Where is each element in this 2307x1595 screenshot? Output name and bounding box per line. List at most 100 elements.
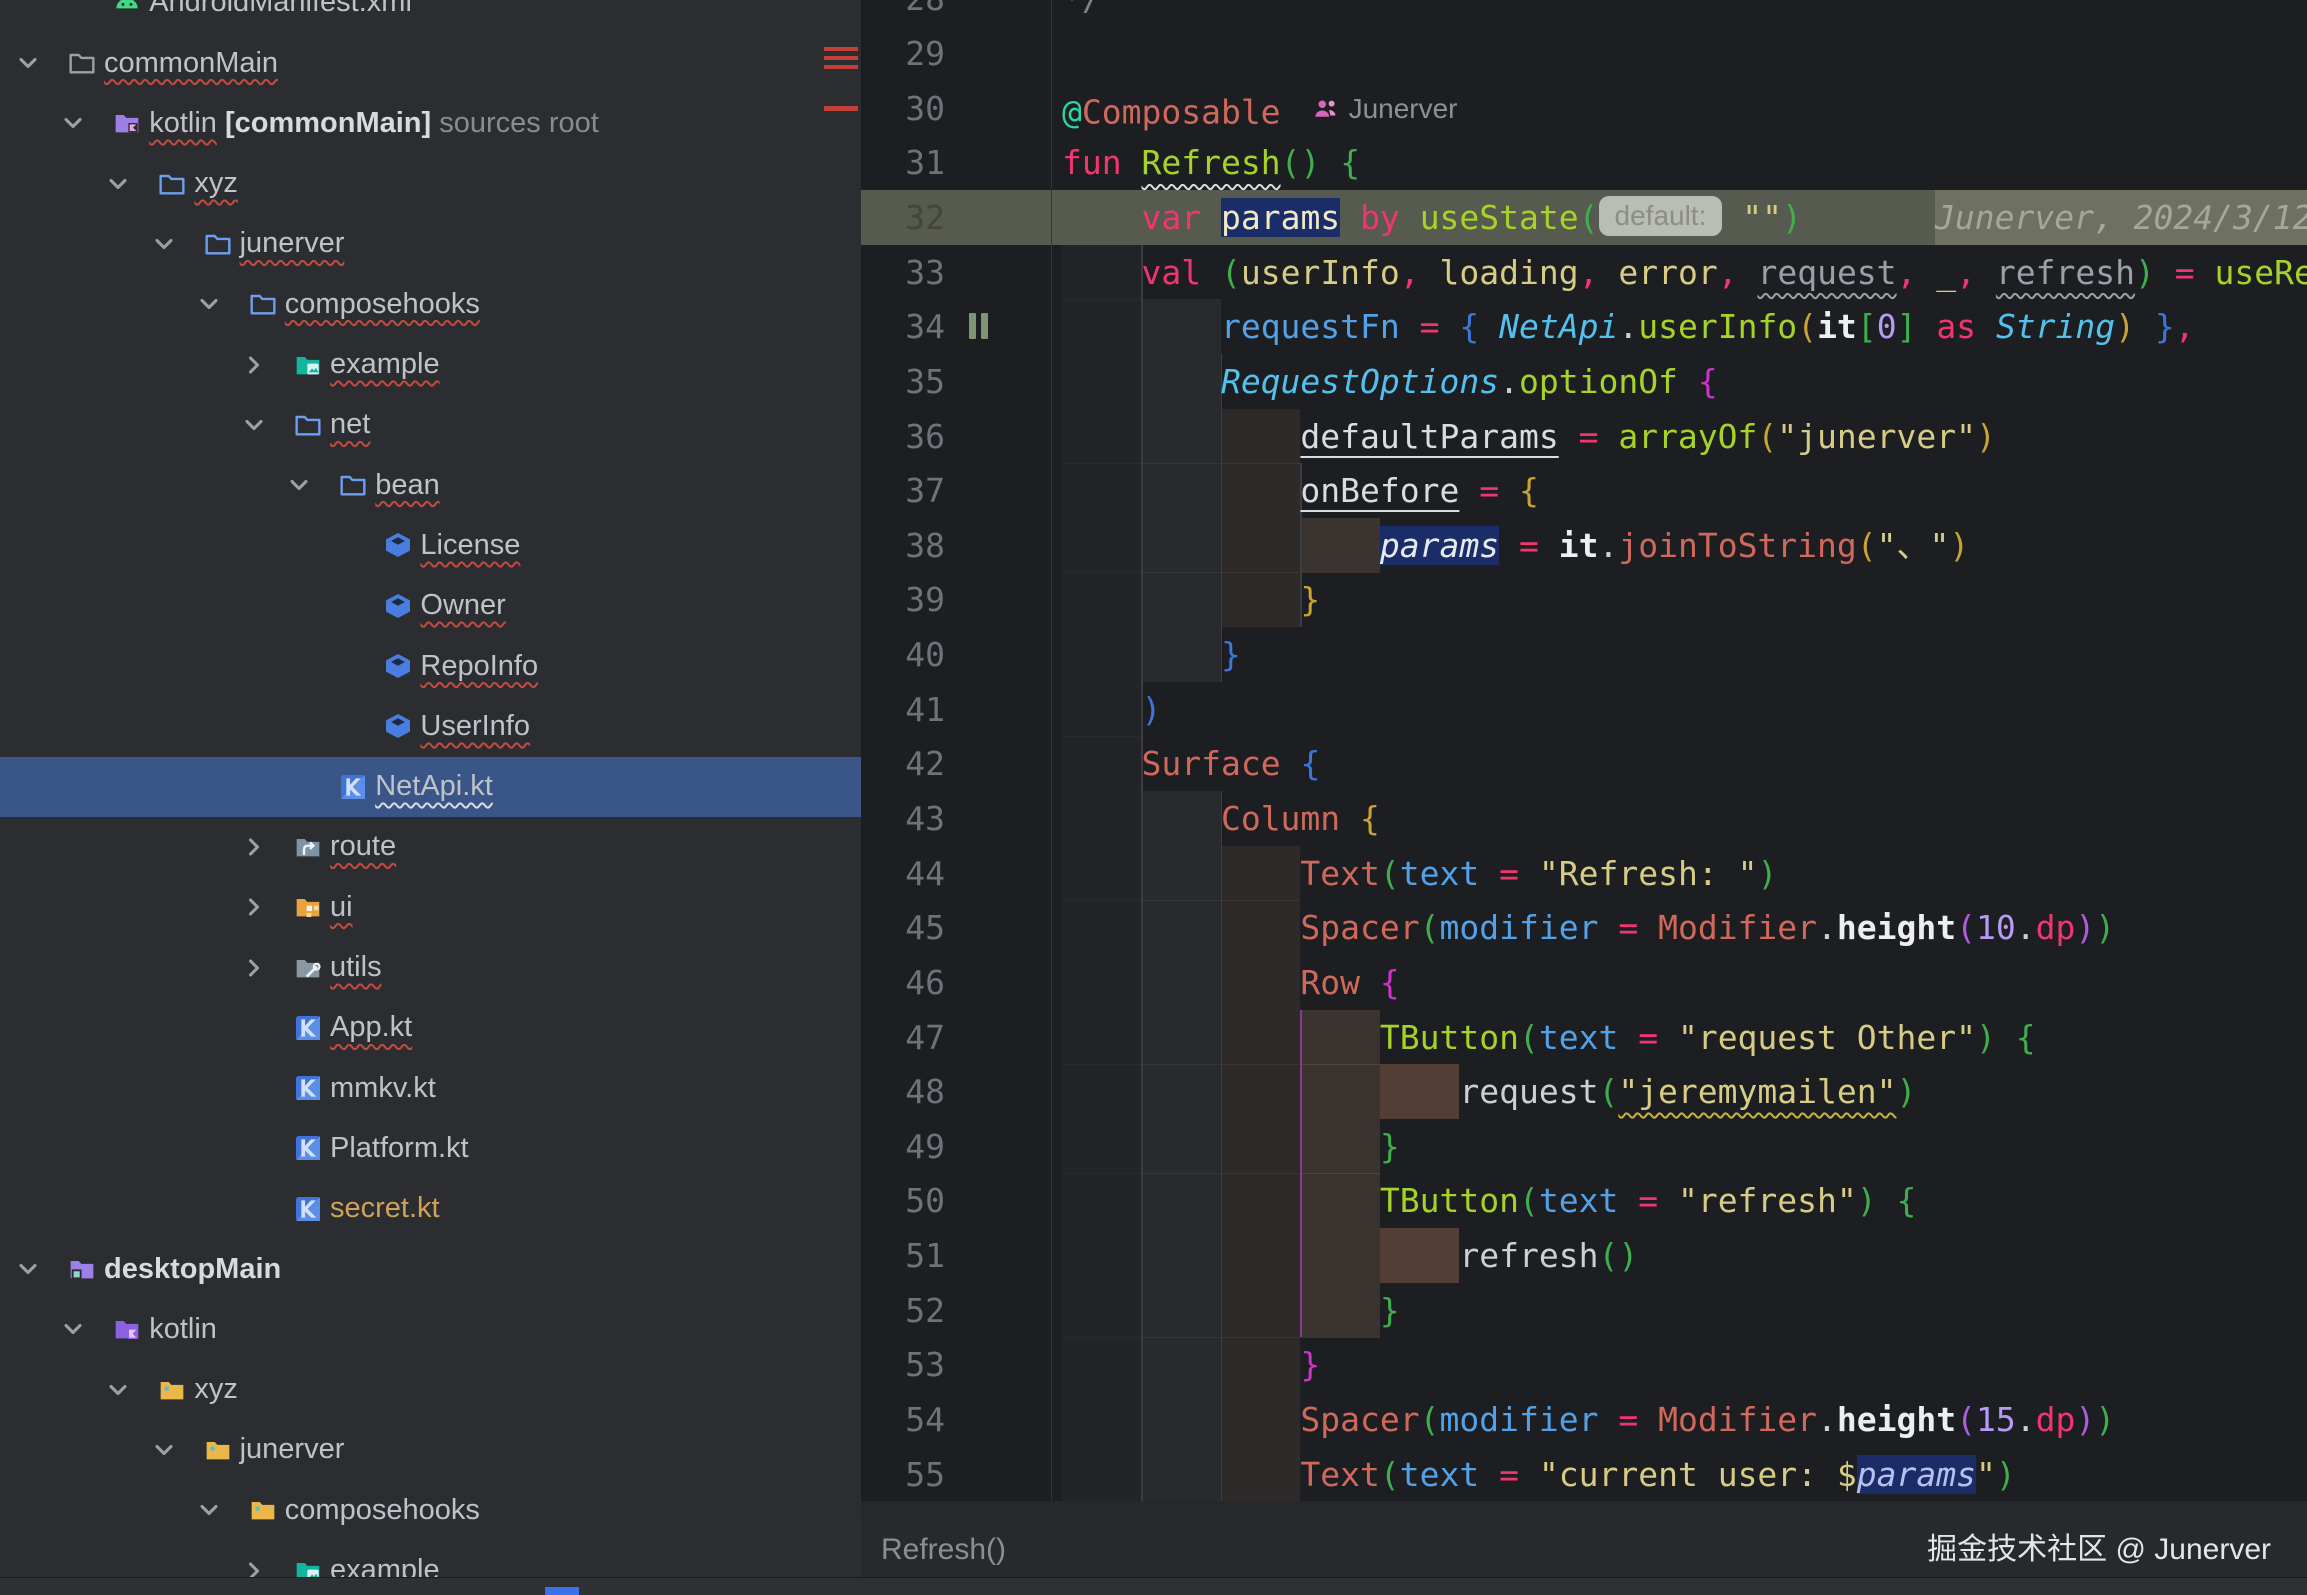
tree-row[interactable]: AndroidManifest.xml — [0, 0, 861, 33]
code-line[interactable]: } — [1062, 1337, 1320, 1392]
chevron-down-icon[interactable] — [14, 1255, 42, 1283]
tree-row[interactable]: utils — [0, 938, 861, 998]
line-number[interactable]: 48 — [861, 1064, 945, 1119]
error-stripe-mark[interactable] — [824, 106, 858, 111]
chevron-down-icon[interactable] — [150, 230, 178, 258]
code-line[interactable]: defaultParams = arrayOf("junerver") — [1062, 409, 1996, 464]
tree-row[interactable]: NetApi.kt — [0, 757, 861, 817]
chevron-down-icon[interactable] — [240, 411, 268, 439]
code-line[interactable]: Spacer(modifier = Modifier.height(15.dp)… — [1062, 1392, 2115, 1447]
tree-row[interactable]: secret.kt — [0, 1179, 861, 1239]
line-number[interactable]: 28 — [861, 0, 945, 26]
line-number[interactable]: 51 — [861, 1228, 945, 1283]
line-number[interactable]: 53 — [861, 1337, 945, 1392]
line-number[interactable]: 45 — [861, 900, 945, 955]
line-number[interactable]: 42 — [861, 736, 945, 791]
tree-row[interactable]: junerver — [0, 214, 861, 274]
chevron-right-icon[interactable] — [240, 833, 268, 861]
code-line[interactable]: Spacer(modifier = Modifier.height(10.dp)… — [1062, 900, 2115, 955]
chevron-right-icon[interactable] — [240, 893, 268, 921]
line-number[interactable]: 44 — [861, 846, 945, 901]
line-number[interactable]: 35 — [861, 354, 945, 409]
code-line[interactable]: } — [1062, 1119, 1400, 1174]
line-number[interactable]: 37 — [861, 463, 945, 518]
line-number[interactable]: 54 — [861, 1392, 945, 1447]
line-number[interactable]: 32 — [861, 190, 945, 245]
code-line[interactable]: TButton(text = "request Other") { — [1062, 1010, 2036, 1065]
line-number[interactable]: 47 — [861, 1010, 945, 1065]
tree-row[interactable]: License — [0, 515, 861, 575]
chevron-down-icon[interactable] — [285, 471, 313, 499]
chevron-down-icon[interactable] — [150, 1436, 178, 1464]
code-line[interactable]: fun Refresh() { — [1062, 135, 1360, 190]
line-number[interactable]: 43 — [861, 791, 945, 846]
tree-row[interactable]: route — [0, 817, 861, 877]
line-number[interactable]: 33 — [861, 245, 945, 300]
error-stripe-mark[interactable] — [824, 47, 858, 51]
tree-row[interactable]: net — [0, 395, 861, 455]
line-number[interactable]: 40 — [861, 627, 945, 682]
chevron-down-icon[interactable] — [104, 170, 132, 198]
code-line[interactable]: } — [1062, 627, 1241, 682]
code-line[interactable]: RequestOptions.optionOf { — [1062, 354, 1718, 409]
chevron-down-icon[interactable] — [14, 49, 42, 77]
code-line[interactable]: Text(text = "Refresh: ") — [1062, 846, 1777, 901]
line-number[interactable]: 34 — [861, 299, 945, 354]
tree-row[interactable]: composehooks — [0, 1480, 861, 1540]
chevron-down-icon[interactable] — [59, 109, 87, 137]
code-line[interactable]: */ — [1062, 0, 1102, 26]
tree-row[interactable]: UserInfo — [0, 696, 861, 756]
tree-row[interactable]: commonMain — [0, 33, 861, 93]
tree-row[interactable]: RepoInfo — [0, 636, 861, 696]
line-number[interactable]: 46 — [861, 955, 945, 1010]
tree-row[interactable]: kotlin [commonMain] sources root — [0, 93, 861, 153]
code-line[interactable]: @ComposableJunerver — [1062, 81, 1458, 136]
tree-row[interactable]: Owner — [0, 576, 861, 636]
code-line[interactable]: params = it.joinToString("、") — [1062, 518, 1969, 573]
code-line[interactable]: val (userInfo, loading, error, request, … — [1062, 245, 2307, 300]
code-editor[interactable]: 28 */ 2930 @ComposableJunerver 31 fun Refresh… — [861, 0, 2307, 1523]
line-number[interactable]: 52 — [861, 1283, 945, 1338]
code-line[interactable]: } — [1062, 1283, 1400, 1338]
code-line[interactable]: Surface { — [1062, 736, 1320, 791]
code-line[interactable]: refresh() — [1062, 1228, 1638, 1283]
tree-row[interactable]: xyz — [0, 154, 861, 214]
line-number[interactable]: 31 — [861, 135, 945, 190]
code-line[interactable]: ) — [1062, 682, 1161, 737]
error-stripe-mark[interactable] — [824, 65, 858, 69]
chevron-right-icon[interactable] — [240, 351, 268, 379]
line-number[interactable]: 38 — [861, 518, 945, 573]
code-line[interactable]: Text(text = "current user: $params") — [1062, 1447, 2016, 1502]
line-number[interactable]: 50 — [861, 1173, 945, 1228]
chevron-down-icon[interactable] — [59, 1315, 87, 1343]
tree-row[interactable]: ui — [0, 877, 861, 937]
tree-row[interactable]: App.kt — [0, 998, 861, 1058]
code-line[interactable]: requestFn = { NetApi.userInfo(it[0] as S… — [1062, 299, 2195, 354]
chevron-right-icon[interactable] — [240, 1557, 268, 1578]
chevron-down-icon[interactable] — [195, 1496, 223, 1524]
tree-row[interactable]: kotlin — [0, 1299, 861, 1359]
code-line[interactable]: var params by useState(default: "") — [1062, 190, 1802, 245]
tree-row[interactable]: xyz — [0, 1360, 861, 1420]
tree-row[interactable]: bean — [0, 455, 861, 515]
suspend-icon[interactable] — [969, 313, 993, 344]
tree-row[interactable]: desktopMain — [0, 1239, 861, 1299]
code-line[interactable]: onBefore = { — [1062, 463, 1539, 518]
chevron-down-icon[interactable] — [104, 1376, 132, 1404]
code-author-inlay[interactable]: Junerver — [1311, 81, 1458, 136]
line-number[interactable]: 29 — [861, 26, 945, 81]
code-line[interactable]: } — [1062, 572, 1320, 627]
tree-row[interactable]: mmkv.kt — [0, 1058, 861, 1118]
line-number[interactable]: 39 — [861, 572, 945, 627]
tree-row[interactable]: junerver — [0, 1420, 861, 1480]
code-line[interactable]: TButton(text = "refresh") { — [1062, 1173, 1916, 1228]
code-line[interactable]: request("jeremymailen") — [1062, 1064, 1916, 1119]
chevron-right-icon[interactable] — [240, 954, 268, 982]
line-number[interactable]: 30 — [861, 81, 945, 136]
line-number[interactable]: 55 — [861, 1447, 945, 1502]
breadcrumb[interactable]: Refresh() — [881, 1523, 1006, 1577]
tree-row[interactable]: composehooks — [0, 274, 861, 334]
line-number[interactable]: 41 — [861, 682, 945, 737]
tree-row[interactable]: Platform.kt — [0, 1118, 861, 1178]
code-line[interactable]: Row { — [1062, 955, 1400, 1010]
